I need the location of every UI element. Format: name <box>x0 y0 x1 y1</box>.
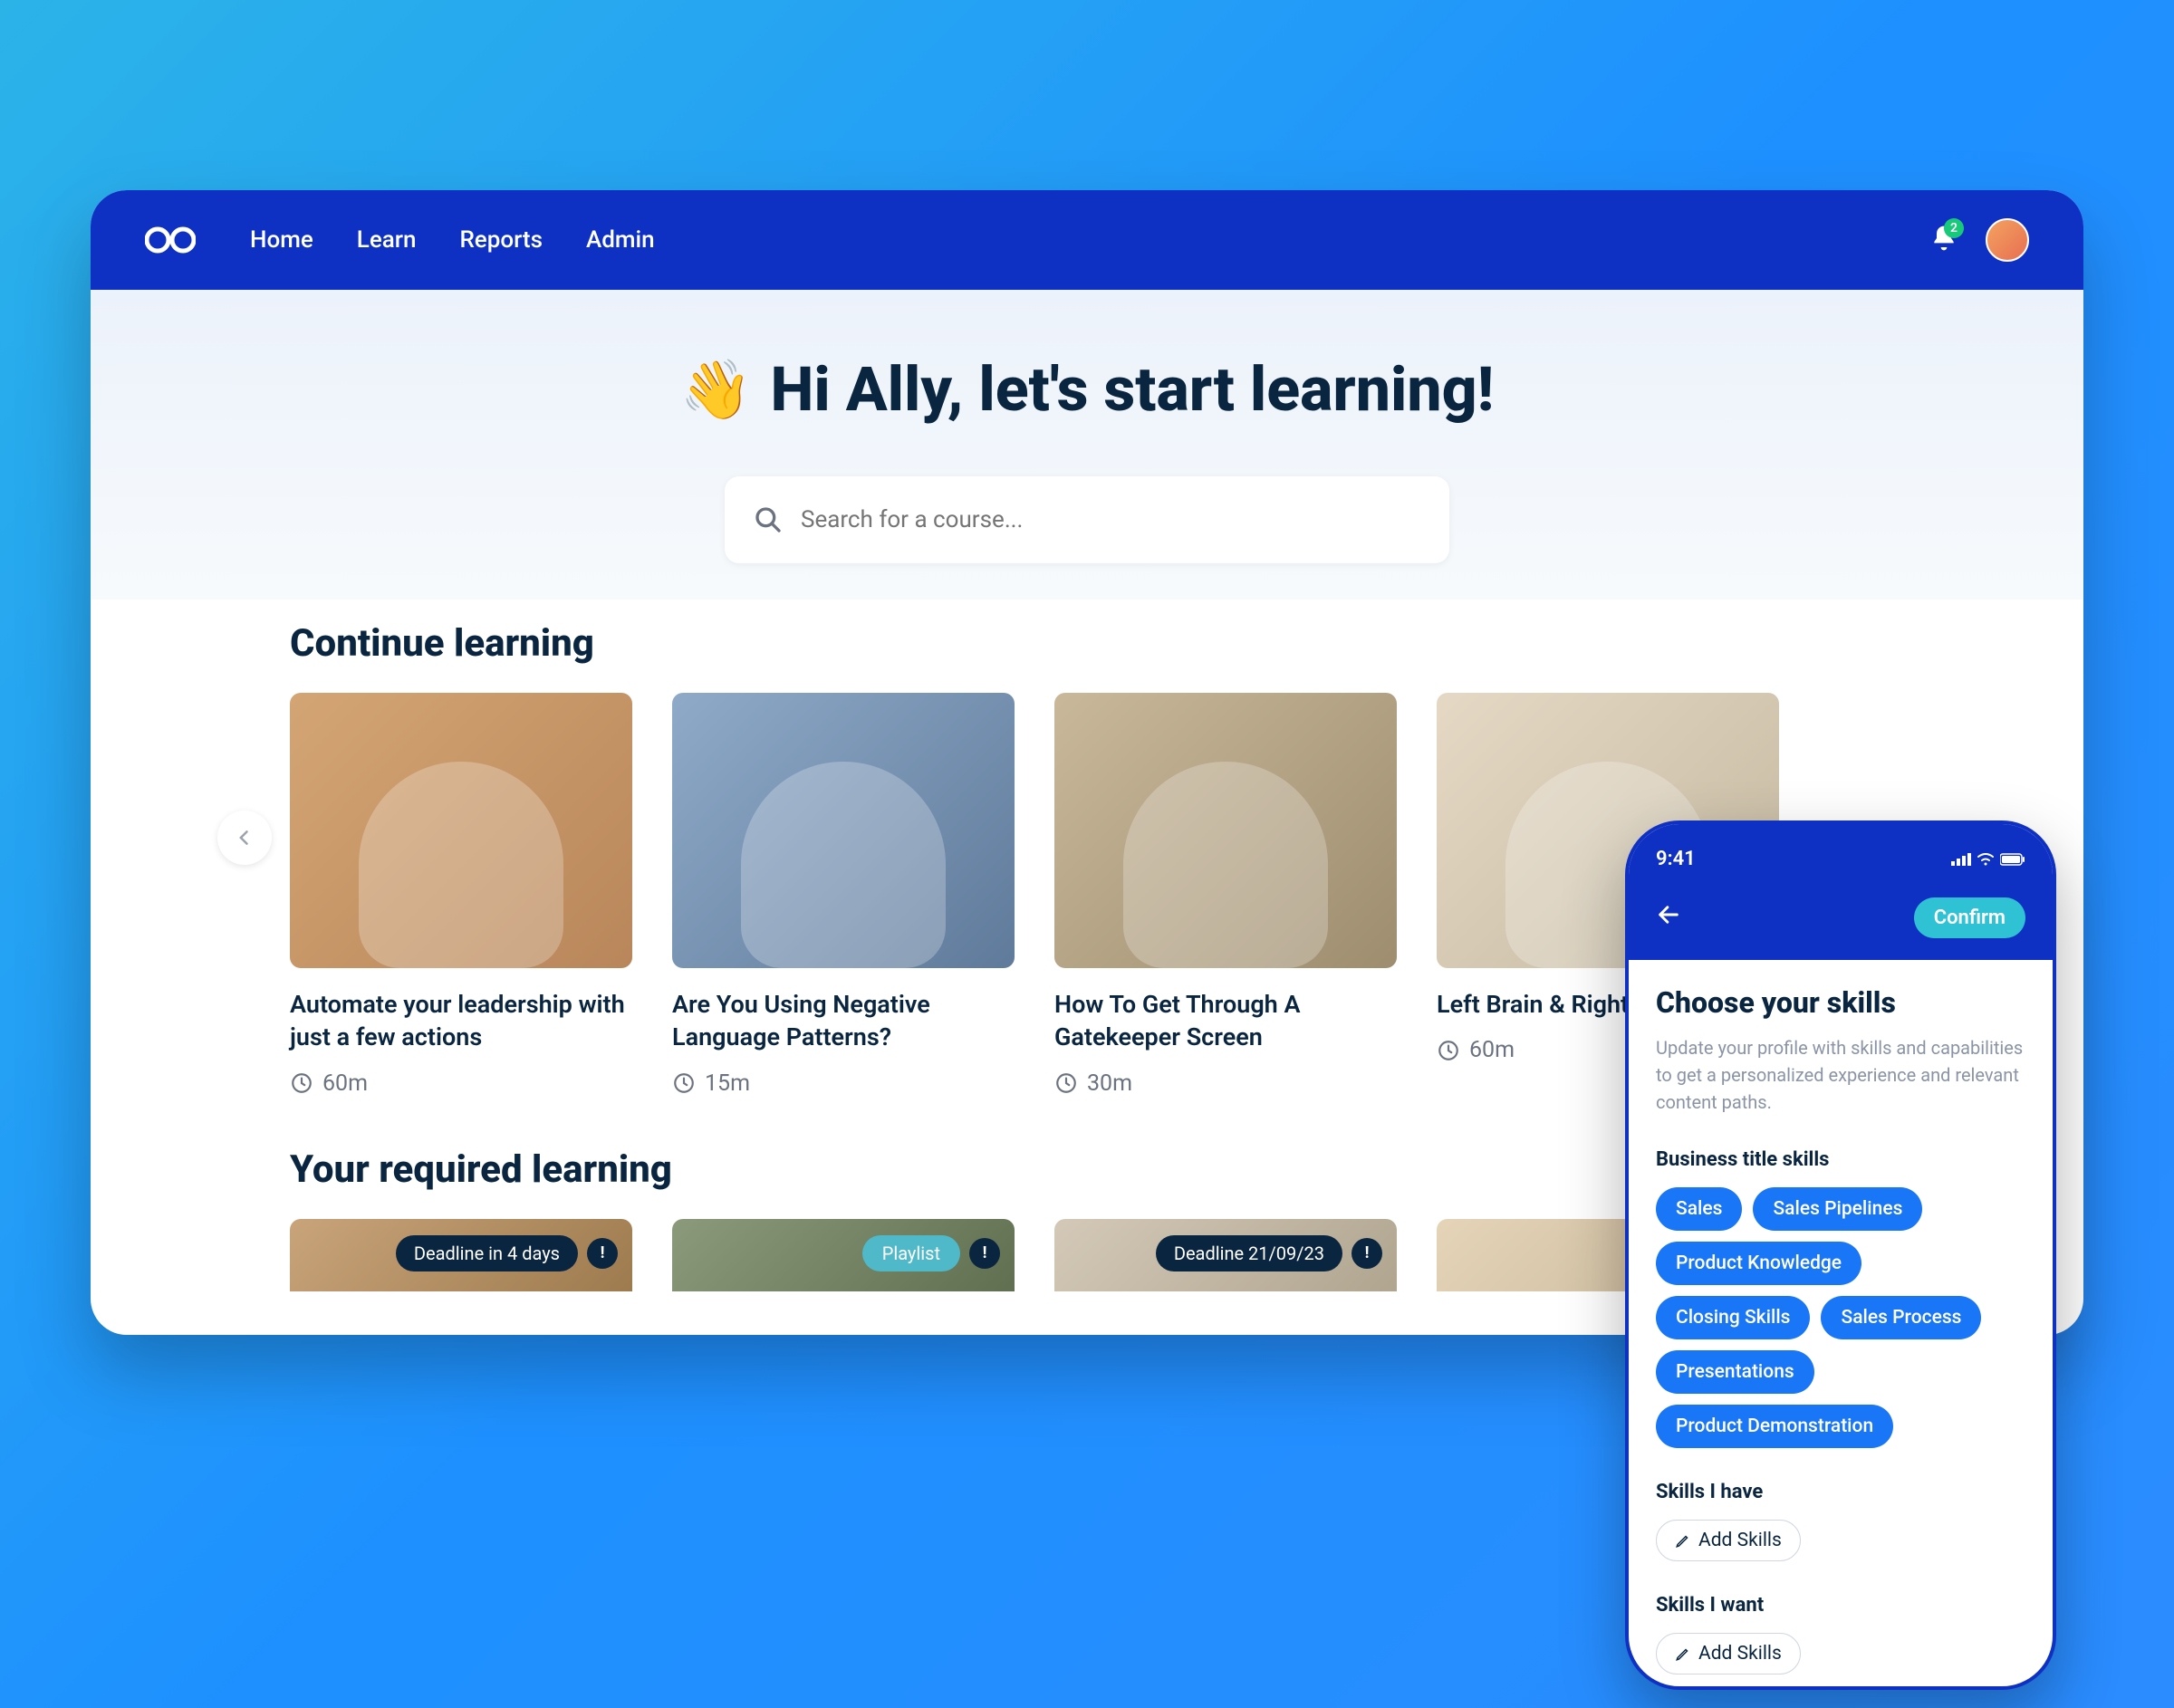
topbar-right: 2 <box>1929 218 2029 262</box>
hero-section: 👋 Hi Ally, let's start learning! <box>91 290 2083 600</box>
alert-icon: ! <box>969 1238 1000 1269</box>
clock-icon <box>1054 1071 1078 1095</box>
skill-chip[interactable]: Sales <box>1656 1187 1742 1231</box>
status-icons <box>1951 853 2025 866</box>
skills-have-chips: Add Skills <box>1656 1520 2025 1561</box>
add-skills-button[interactable]: Add Skills <box>1656 1633 1801 1674</box>
hero-title-text: Hi Ally, let's start learning! <box>770 353 1494 426</box>
business-skills-heading: Business title skills <box>1656 1148 2025 1171</box>
skill-chip[interactable]: Product Demonstration <box>1656 1405 1893 1448</box>
nav-home[interactable]: Home <box>250 226 313 254</box>
alert-icon: ! <box>1352 1238 1382 1269</box>
carousel-prev-button[interactable] <box>217 811 272 865</box>
course-card[interactable]: How To Get Through A Gatekeeper Screen 3… <box>1054 693 1397 1097</box>
user-avatar[interactable] <box>1986 218 2029 262</box>
nav-reports[interactable]: Reports <box>459 226 543 254</box>
card-badges: Deadline 21/09/23 ! <box>1156 1235 1382 1271</box>
course-thumbnail <box>1054 693 1397 968</box>
course-duration: 15m <box>672 1070 1015 1097</box>
pencil-icon <box>1675 1646 1691 1662</box>
course-title: Automate your leadership with just a few… <box>290 988 632 1054</box>
status-bar: 9:41 <box>1656 848 2025 870</box>
course-title: How To Get Through A Gatekeeper Screen <box>1054 988 1397 1054</box>
course-title: Are You Using Negative Language Patterns… <box>672 988 1015 1054</box>
notifications-button[interactable]: 2 <box>1929 224 1958 256</box>
course-thumbnail <box>290 693 632 968</box>
status-time: 9:41 <box>1656 848 1696 870</box>
business-skills-chips: Sales Sales Pipelines Product Knowledge … <box>1656 1187 2025 1448</box>
search-input[interactable] <box>801 506 1420 533</box>
duration-text: 60m <box>1469 1037 1515 1063</box>
skill-chip[interactable]: Sales Process <box>1821 1296 1981 1339</box>
arrow-left-icon <box>1656 902 1681 927</box>
notifications-count-badge: 2 <box>1944 218 1964 238</box>
pencil-icon <box>1675 1532 1691 1549</box>
deadline-badge: Deadline in 4 days <box>396 1235 578 1271</box>
back-button[interactable] <box>1656 902 1681 934</box>
skills-want-heading: Skills I want <box>1656 1594 2025 1617</box>
course-card[interactable]: Automate your leadership with just a few… <box>290 693 632 1097</box>
clock-icon <box>1437 1039 1460 1062</box>
course-thumbnail <box>672 693 1015 968</box>
battery-icon <box>2000 853 2025 866</box>
duration-text: 60m <box>322 1070 368 1097</box>
course-card[interactable]: Are You Using Negative Language Patterns… <box>672 693 1015 1097</box>
skill-chip[interactable]: Sales Pipelines <box>1753 1187 1922 1231</box>
duration-text: 30m <box>1087 1070 1132 1097</box>
skill-chip[interactable]: Presentations <box>1656 1350 1814 1394</box>
skill-chip[interactable]: Closing Skills <box>1656 1296 1810 1339</box>
required-course-card[interactable]: Deadline 21/09/23 ! <box>1054 1219 1397 1291</box>
search-icon <box>754 505 783 534</box>
course-duration: 30m <box>1054 1070 1397 1097</box>
deadline-badge: Deadline 21/09/23 <box>1156 1235 1342 1271</box>
skill-chip[interactable]: Product Knowledge <box>1656 1242 1861 1285</box>
nav-admin[interactable]: Admin <box>586 226 655 254</box>
alert-icon: ! <box>587 1238 618 1269</box>
wifi-icon <box>1977 853 1995 866</box>
playlist-badge: Playlist <box>862 1235 960 1271</box>
mobile-page-title: Choose your skills <box>1656 985 2025 1020</box>
topbar-left: Home Learn Reports Admin <box>145 223 655 257</box>
course-duration: 60m <box>290 1070 632 1097</box>
duration-text: 15m <box>705 1070 750 1097</box>
clock-icon <box>290 1071 313 1095</box>
app-logo-icon <box>145 223 196 257</box>
main-nav: Home Learn Reports Admin <box>250 226 655 254</box>
mobile-nav-row: Confirm <box>1656 897 2025 938</box>
chevron-left-icon <box>236 829 254 847</box>
search-box[interactable] <box>725 476 1449 563</box>
required-course-card[interactable]: Playlist ! <box>672 1219 1015 1291</box>
add-skills-button[interactable]: Add Skills <box>1656 1520 1801 1561</box>
hero-title: 👋 Hi Ally, let's start learning! <box>680 353 1494 426</box>
skills-want-chips: Add Skills <box>1656 1633 2025 1674</box>
signal-icon <box>1951 853 1971 866</box>
mobile-body: Choose your skills Update your profile w… <box>1629 960 2053 1690</box>
mobile-page-description: Update your profile with skills and capa… <box>1656 1034 2025 1116</box>
add-skills-label: Add Skills <box>1698 1643 1782 1665</box>
add-skills-label: Add Skills <box>1698 1530 1782 1551</box>
required-course-card[interactable]: Deadline in 4 days ! <box>290 1219 632 1291</box>
top-navigation-bar: Home Learn Reports Admin 2 <box>91 190 2083 290</box>
continue-learning-title: Continue learning <box>290 621 1884 666</box>
mobile-header: 9:41 Confirm <box>1629 824 2053 960</box>
mobile-app-frame: 9:41 Confirm Choose your skills Update y… <box>1625 820 2056 1690</box>
card-badges: Deadline in 4 days ! <box>396 1235 618 1271</box>
clock-icon <box>672 1071 696 1095</box>
card-badges: Playlist ! <box>862 1235 1000 1271</box>
nav-learn[interactable]: Learn <box>357 226 417 254</box>
skills-have-heading: Skills I have <box>1656 1481 2025 1503</box>
confirm-button[interactable]: Confirm <box>1914 897 2025 938</box>
wave-icon: 👋 <box>680 356 753 424</box>
